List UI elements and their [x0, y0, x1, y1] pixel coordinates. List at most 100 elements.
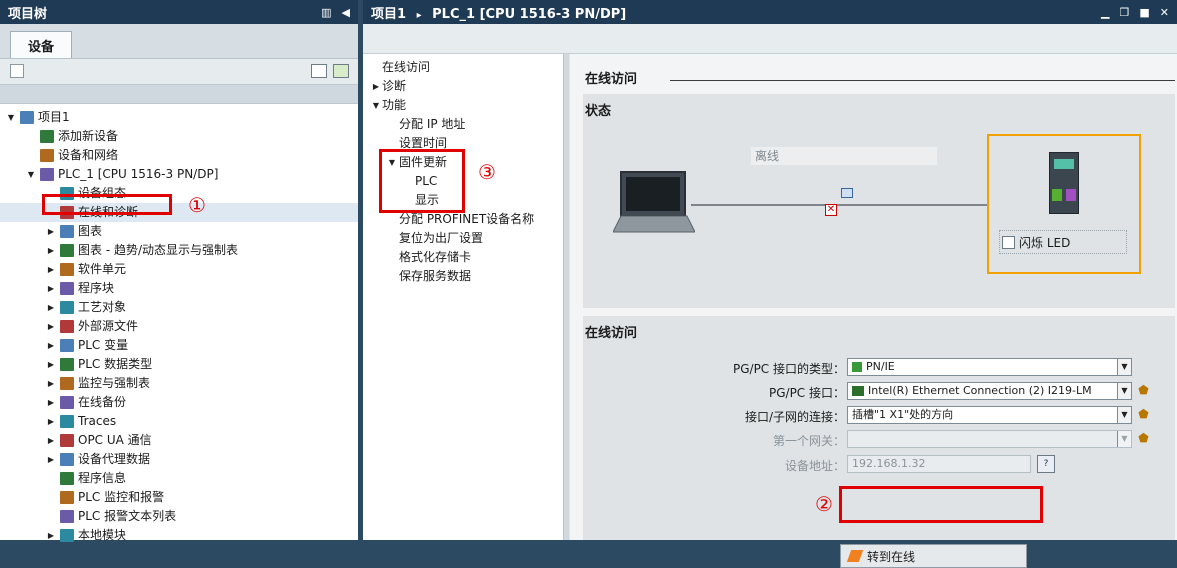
device-address-field: 192.168.1.32 [847, 455, 1031, 473]
tree-item[interactable]: ▶ 外部源文件 [0, 317, 358, 336]
collapsed-arrow-icon[interactable]: ▶ [46, 355, 56, 374]
tree-item[interactable]: ▶ 本地模块 [0, 526, 358, 545]
splitter-handle[interactable] [563, 54, 569, 540]
device-address-value: 192.168.1.32 [852, 457, 926, 470]
nav-item[interactable]: 格式化存储卡 [363, 248, 568, 267]
tree-item[interactable]: ▶ 监控与强制表 [0, 374, 358, 393]
program-info-icon [60, 472, 74, 485]
tree-item[interactable]: ▶ PLC 数据类型 [0, 355, 358, 374]
go-online-button[interactable]: 转到在线 [840, 544, 1027, 568]
laptop-icon [613, 171, 695, 233]
expanded-arrow-icon[interactable]: ▼ [26, 165, 36, 184]
nav-item[interactable]: 复位为出厂设置 [363, 229, 568, 248]
tree-item[interactable]: PLC 监控和报警 [0, 488, 358, 507]
connection-select[interactable]: 插槽"1 X1"处的方向 ▼ [847, 406, 1132, 424]
tree-item[interactable]: 设备和网络 [0, 146, 358, 165]
flash-led-checkbox[interactable] [1002, 236, 1015, 249]
plc-datatype-icon [60, 358, 74, 371]
plc-icon [40, 168, 54, 181]
collapsed-arrow-icon[interactable]: ▶ [46, 336, 56, 355]
collapsed-arrow-icon[interactable]: ▶ [46, 298, 56, 317]
maximize-icon[interactable]: ■ [1139, 6, 1149, 19]
chevron-down-icon[interactable]: ▼ [1117, 383, 1131, 399]
tree-item-label: 本地模块 [78, 528, 127, 542]
go-online-button-label: 转到在线 [867, 549, 916, 564]
tree-item[interactable]: ▼ 项目1 [0, 108, 358, 127]
collapsed-arrow-icon[interactable]: ▶ [46, 450, 56, 469]
technology-object-icon [60, 301, 74, 314]
tree-item-label: 程序信息 [78, 471, 127, 485]
connection-properties-icon[interactable]: ⬟ [1137, 407, 1150, 422]
collapsed-arrow-icon[interactable]: ▶ [46, 279, 56, 298]
gateway-properties-icon: ⬟ [1138, 431, 1149, 445]
tree-item[interactable]: ▶ 工艺对象 [0, 298, 358, 317]
tree-item[interactable]: ▶ Traces [0, 412, 358, 431]
expanded-arrow-icon[interactable]: ▼ [371, 96, 381, 115]
accessible-devices-icon[interactable]: ? [1037, 455, 1055, 473]
tree-item[interactable]: ▶ 图表 [0, 222, 358, 241]
interface-type-select[interactable]: PN/IE ▼ [847, 358, 1132, 376]
function-navigation: 在线访问 ▶ 诊断 ▼ 功能 分配 IP 地址 设置时间 ▼ 固件更新 PLC 显示 分配 PROFI… [363, 54, 569, 540]
collapsed-arrow-icon[interactable]: ▶ [371, 77, 381, 96]
tree-item[interactable]: ▶ 设备代理数据 [0, 450, 358, 469]
nav-item[interactable]: ▼ 功能 [363, 96, 568, 115]
collapsed-arrow-icon[interactable]: ▶ [46, 526, 56, 545]
nav-item[interactable]: 保存服务数据 [363, 267, 568, 286]
tree-item[interactable]: 添加新设备 [0, 127, 358, 146]
tree-item[interactable]: ▶ 图表 - 趋势/动态显示与强制表 [0, 241, 358, 260]
project-tree-panel: 项目树 ▥ ◀ 设备 ▼ 项目1 添加新设备 设备和网络 ▼ PLC_1 [CPU 151… [0, 0, 358, 542]
collapsed-arrow-icon[interactable]: ▶ [46, 431, 56, 450]
close-icon[interactable]: ✕ [1160, 6, 1169, 19]
collapsed-arrow-icon[interactable]: ▶ [46, 374, 56, 393]
external-source-icon [60, 320, 74, 333]
tree-item-label: PLC 数据类型 [78, 357, 153, 371]
nav-item[interactable]: 在线访问 [363, 58, 568, 77]
page-title: 在线访问 [585, 72, 638, 87]
collapsed-arrow-icon[interactable]: ▶ [46, 412, 56, 431]
tab-strip: 设备 [0, 24, 358, 59]
project-tree-titlebar: 项目树 ▥ ◀ [0, 0, 358, 24]
pin-icon[interactable]: ▥ [321, 6, 331, 19]
open-editor-icon[interactable] [333, 64, 349, 78]
collapse-panel-icon[interactable]: ◀ [342, 6, 350, 19]
chevron-down-icon[interactable]: ▼ [1117, 407, 1131, 423]
tree-item[interactable]: PLC 报警文本列表 [0, 507, 358, 526]
cable-line [691, 204, 989, 206]
tree-item[interactable]: ▶ OPC UA 通信 [0, 431, 358, 450]
interface-properties-icon[interactable]: ⬟ [1137, 383, 1150, 398]
collapsed-arrow-icon[interactable]: ▶ [46, 222, 56, 241]
expanded-arrow-icon[interactable]: ▼ [6, 108, 16, 127]
collapsed-arrow-icon[interactable]: ▶ [46, 393, 56, 412]
collapsed-arrow-icon[interactable]: ▶ [46, 241, 56, 260]
restore-icon[interactable]: ❐ [1120, 6, 1130, 19]
editor-titlebar: 项目1 ▸ PLC_1 [CPU 1516-3 PN/DP] ▁ ❐ ■ ✕ [363, 0, 1177, 24]
tree-item[interactable]: ▶ 在线备份 [0, 393, 358, 412]
cpu-module-icon [1049, 152, 1079, 214]
tree-item-label: 程序块 [78, 281, 115, 295]
nav-item[interactable]: ▶ 诊断 [363, 77, 568, 96]
alarm-text-icon [60, 510, 74, 523]
online-backup-icon [60, 396, 74, 409]
collapsed-arrow-icon[interactable]: ▶ [46, 317, 56, 336]
nav-item[interactable]: 分配 IP 地址 [363, 115, 568, 134]
nav-item-label: 在线访问 [382, 60, 431, 74]
new-item-icon[interactable] [10, 64, 24, 78]
nav-item-label: 诊断 [382, 79, 407, 93]
chevron-down-icon[interactable]: ▼ [1117, 359, 1131, 375]
connection-value: 插槽"1 X1"处的方向 [852, 408, 954, 421]
online-access-title: 在线访问 [585, 326, 638, 341]
breadcrumb-device[interactable]: PLC_1 [CPU 1516-3 PN/DP] [432, 7, 626, 22]
minimize-icon[interactable]: ▁ [1101, 6, 1109, 19]
interface-type-value: PN/IE [866, 360, 895, 373]
tree-item[interactable]: ▶ PLC 变量 [0, 336, 358, 355]
interface-label: PG/PC 接口： [768, 386, 845, 400]
collapsed-arrow-icon[interactable]: ▶ [46, 260, 56, 279]
tree-item[interactable]: ▶ 软件单元 [0, 260, 358, 279]
tree-item[interactable]: ▶ 程序块 [0, 279, 358, 298]
interface-select[interactable]: Intel(R) Ethernet Connection (2) I219-LM… [847, 382, 1132, 400]
tree-item[interactable]: 程序信息 [0, 469, 358, 488]
breadcrumb-project[interactable]: 项目1 [371, 7, 406, 22]
detail-view-icon[interactable] [311, 64, 327, 78]
tree-item[interactable]: ▼ PLC_1 [CPU 1516-3 PN/DP] [0, 165, 358, 184]
tab-devices[interactable]: 设备 [10, 31, 72, 59]
